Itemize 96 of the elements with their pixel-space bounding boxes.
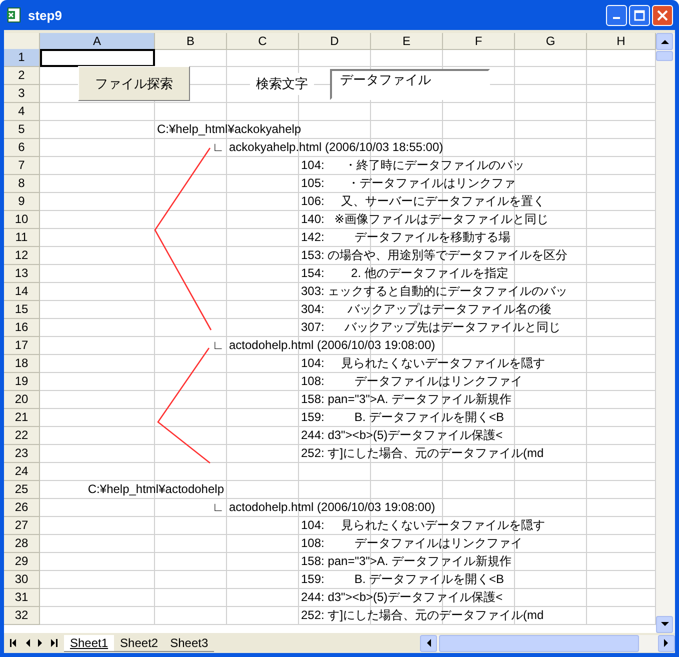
column-header[interactable]: A xyxy=(40,33,155,50)
cell-text: 140: ※画像ファイルはデータファイルと同じ xyxy=(300,211,548,228)
row-header[interactable]: 30 xyxy=(4,571,40,589)
sheet-tab[interactable]: Sheet1 xyxy=(64,634,114,652)
cell-text: actodohelp.html (2006/10/03 19:08:00) xyxy=(228,499,436,516)
row-header[interactable]: 16 xyxy=(4,319,40,337)
column-header[interactable]: E xyxy=(371,33,443,50)
row-header[interactable]: 9 xyxy=(4,193,40,211)
cell-text: 104: 見られたくないデータファイルを隠す xyxy=(300,517,546,534)
cell-text: 304: バックアップはデータファイル名の後 xyxy=(300,301,552,318)
horizontal-scroll-thumb[interactable] xyxy=(439,634,639,652)
row-header[interactable]: 31 xyxy=(4,589,40,607)
row-header[interactable]: 12 xyxy=(4,247,40,265)
row-header[interactable]: 19 xyxy=(4,373,40,391)
row-header[interactable]: 4 xyxy=(4,103,40,121)
column-header[interactable]: F xyxy=(443,33,515,50)
cell-text: 105: ・データファイルはリンクファ xyxy=(300,175,516,192)
next-sheet-icon[interactable] xyxy=(36,639,45,647)
cell-text: C:¥help_html¥actodohelp xyxy=(88,481,225,498)
row-header[interactable]: 7 xyxy=(4,157,40,175)
row-header[interactable]: 20 xyxy=(4,391,40,409)
row-header[interactable]: 3 xyxy=(4,85,40,103)
last-sheet-icon[interactable] xyxy=(49,639,60,647)
cell-text: 252: す]にした場合、元のデータファイル(md xyxy=(300,607,544,624)
cell-text: 142: データファイルを移動する場 xyxy=(300,229,510,246)
row-header[interactable]: 28 xyxy=(4,535,40,553)
scroll-right-button[interactable] xyxy=(658,634,675,652)
column-header[interactable]: D xyxy=(299,33,371,50)
row-header[interactable]: 1 xyxy=(4,49,40,67)
row-header[interactable]: 5 xyxy=(4,121,40,139)
row-header[interactable]: 32 xyxy=(4,607,40,625)
cell-text: 153: の場合や、用途別等でデータファイルを区分 xyxy=(300,247,568,264)
cell-text: 158: pan="3">A. データファイル新規作 xyxy=(300,391,512,408)
maximize-button[interactable] xyxy=(629,4,650,26)
column-header[interactable]: H xyxy=(587,33,656,50)
corner-cell[interactable] xyxy=(4,33,40,50)
cell-text: 154: 2. 他のデータファイルを指定 xyxy=(300,265,508,282)
cell-text: C:¥help_html¥ackokyahelp xyxy=(156,121,302,138)
search-label: 検索文字 xyxy=(250,73,314,95)
cell-text: ∟ xyxy=(212,499,225,516)
cell-text: 104: 見られたくないデータファイルを隠す xyxy=(300,355,546,372)
row-header[interactable]: 29 xyxy=(4,553,40,571)
close-icon xyxy=(657,10,668,20)
cell-text: 244: d3"><b>(5)データファイル保護< xyxy=(300,589,503,606)
maximize-icon xyxy=(634,10,645,20)
row-header[interactable]: 11 xyxy=(4,229,40,247)
row-header[interactable]: 27 xyxy=(4,517,40,535)
cell-text: 252: す]にした場合、元のデータファイル(md xyxy=(300,445,544,462)
search-field[interactable]: データファイル xyxy=(330,69,490,100)
cell-text: 159: B. データファイルを開く<B xyxy=(300,571,504,588)
row-header[interactable]: 24 xyxy=(4,463,40,481)
row-header[interactable]: 6 xyxy=(4,139,40,157)
cell-text: actodohelp.html (2006/10/03 19:08:00) xyxy=(228,337,436,354)
row-header[interactable]: 21 xyxy=(4,409,40,427)
scroll-up-button[interactable] xyxy=(656,33,673,50)
scroll-down-button[interactable] xyxy=(656,616,673,633)
row-header[interactable]: 23 xyxy=(4,445,40,463)
up-arrow-icon xyxy=(660,39,668,44)
column-header[interactable]: G xyxy=(515,33,587,50)
down-arrow-icon xyxy=(660,622,668,627)
search-files-button[interactable]: ファイル探索 xyxy=(78,66,190,101)
scroll-left-button[interactable] xyxy=(420,634,437,652)
cell-text: ∟ xyxy=(212,139,225,156)
row-header[interactable]: 18 xyxy=(4,355,40,373)
row-header[interactable]: 26 xyxy=(4,499,40,517)
scroll-thumb[interactable] xyxy=(656,51,673,61)
right-arrow-icon xyxy=(664,639,669,647)
cell-text: 108: データファイルはリンクファイ xyxy=(300,373,522,390)
spreadsheet-icon xyxy=(6,7,22,23)
minimize-icon xyxy=(613,17,620,19)
left-arrow-icon xyxy=(426,639,431,647)
row-header[interactable]: 22 xyxy=(4,427,40,445)
first-sheet-icon[interactable] xyxy=(8,639,19,647)
row-header[interactable]: 8 xyxy=(4,175,40,193)
cell-text: 159: B. データファイルを開く<B xyxy=(300,409,504,426)
cell-text: 303: ェックすると自動的にデータファイルのバッ xyxy=(300,283,568,300)
column-header[interactable]: C xyxy=(227,33,299,50)
window-title: step9 xyxy=(28,8,63,22)
minimize-button[interactable] xyxy=(606,4,627,26)
row-header[interactable]: 10 xyxy=(4,211,40,229)
row-header[interactable]: 14 xyxy=(4,283,40,301)
row-header[interactable]: 25 xyxy=(4,481,40,499)
row-header[interactable]: 15 xyxy=(4,301,40,319)
cell-text: 307: バックアップ先はデータファイルと同じ xyxy=(300,319,560,336)
cell-text: ackokyahelp.html (2006/10/03 18:55:00) xyxy=(228,139,444,156)
cell-text: 104: ・終了時にデータファイルのバッ xyxy=(300,157,524,174)
cell-text: 108: データファイルはリンクファイ xyxy=(300,535,522,552)
column-header[interactable]: B xyxy=(155,33,227,50)
cell-text: ∟ xyxy=(212,337,225,354)
cell-text: 158: pan="3">A. データファイル新規作 xyxy=(300,553,512,570)
cell-text: 106: 又、サーバーにデータファイルを置く xyxy=(300,193,546,210)
cell-text: 244: d3"><b>(5)データファイル保護< xyxy=(300,427,503,444)
row-header[interactable]: 17 xyxy=(4,337,40,355)
close-button[interactable] xyxy=(652,4,673,26)
row-header[interactable]: 2 xyxy=(4,67,40,85)
row-header[interactable]: 13 xyxy=(4,265,40,283)
